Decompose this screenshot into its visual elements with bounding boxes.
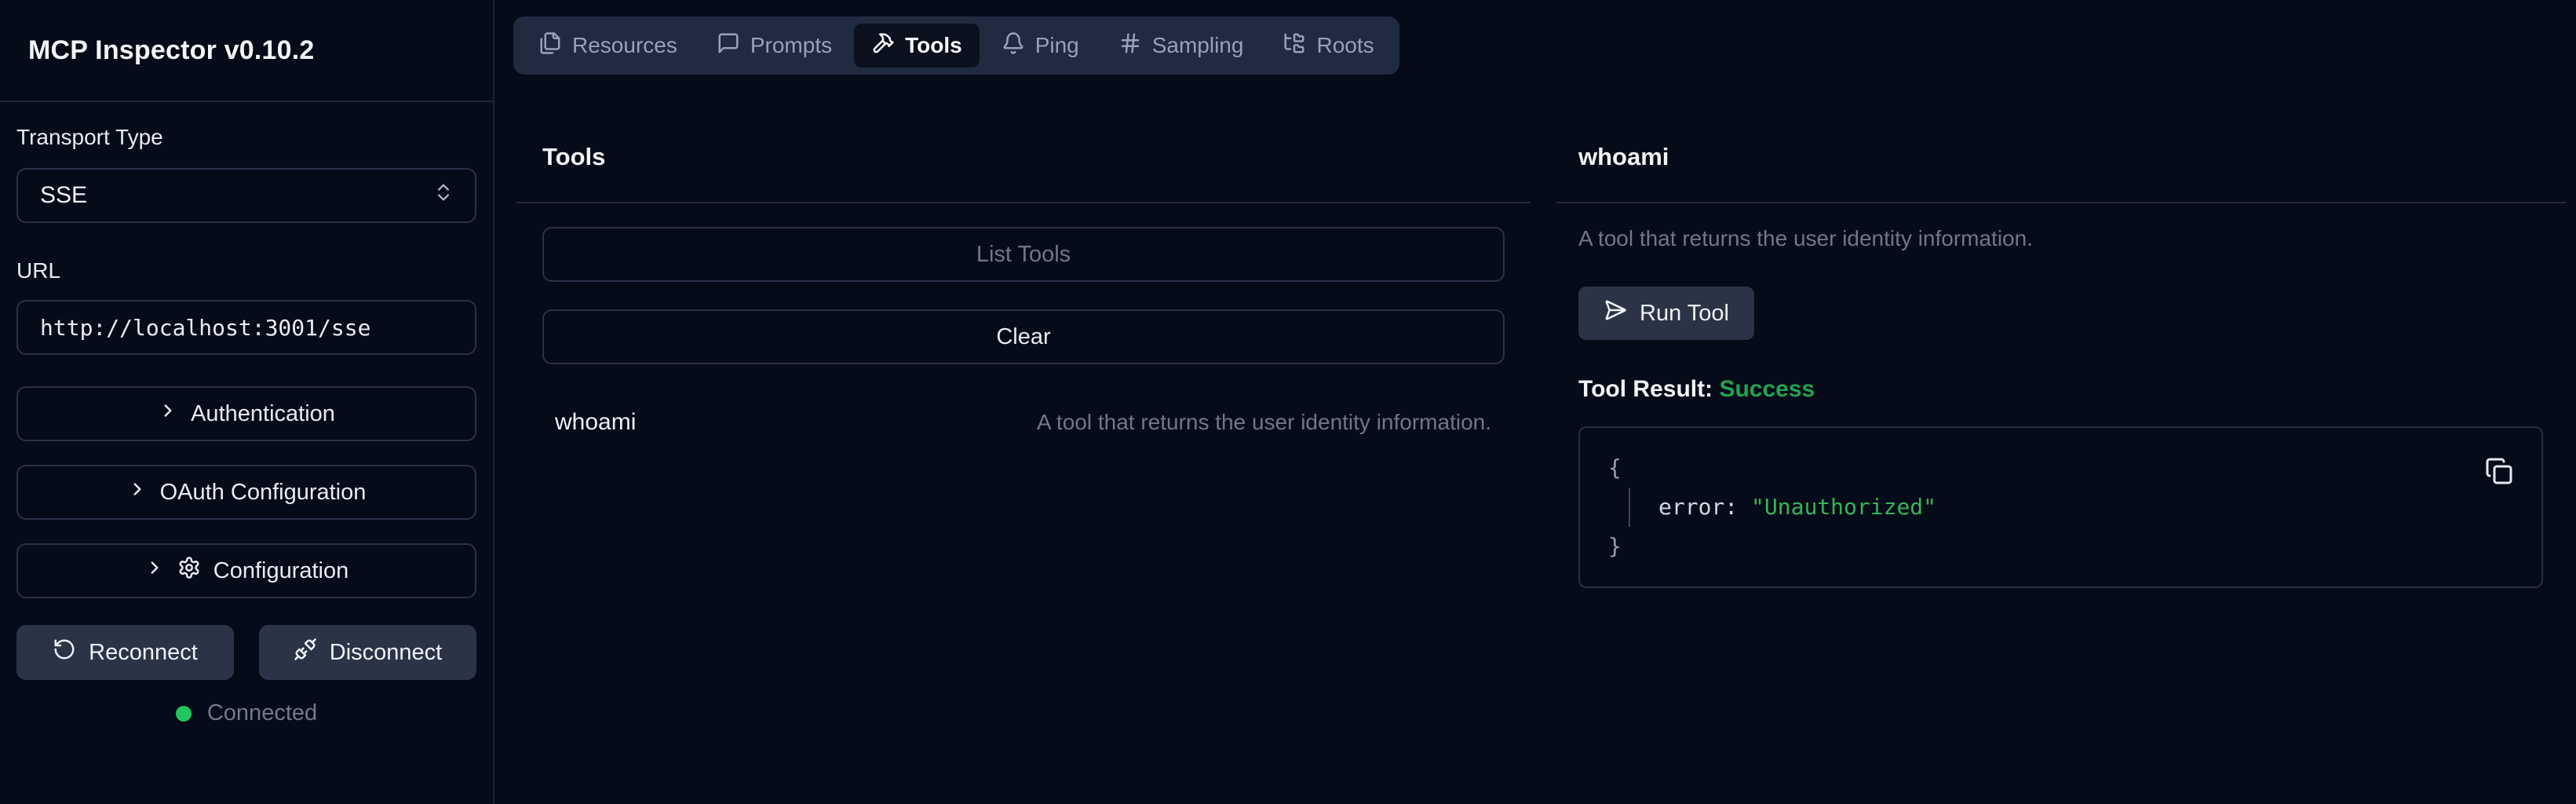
tab-tools-label: Tools — [905, 33, 962, 58]
tools-panel-heading: Tools — [542, 144, 1531, 170]
sidebar-header: MCP Inspector v0.10.2 — [0, 0, 493, 102]
json-string-value: "Unauthorized" — [1751, 494, 1936, 520]
chevron-right-icon — [127, 479, 148, 506]
clear-button[interactable]: Clear — [542, 309, 1505, 364]
tab-tools[interactable]: Tools — [854, 24, 980, 68]
tab-prompts[interactable]: Prompts — [699, 24, 849, 68]
chevrons-up-down-icon — [432, 181, 454, 210]
json-error-line: error: "Unauthorized" — [1629, 488, 2471, 527]
json-open-brace: { — [1608, 448, 2471, 488]
rotate-ccw-icon — [53, 638, 76, 667]
tab-resources-label: Resources — [572, 33, 677, 58]
app-title: MCP Inspector v0.10.2 — [28, 35, 315, 66]
connection-actions: Reconnect Disconnect — [16, 625, 476, 680]
tool-detail-divider — [1556, 202, 2567, 203]
sidebar: MCP Inspector v0.10.2 Transport Type SSE… — [0, 0, 494, 804]
tab-sampling[interactable]: Sampling — [1101, 24, 1261, 68]
tool-list-item-whoami[interactable]: whoami A tool that returns the user iden… — [555, 404, 1491, 441]
tool-name: whoami — [555, 409, 636, 436]
transport-select[interactable]: SSE — [16, 168, 476, 223]
hammer-icon — [871, 31, 895, 60]
tool-result-json-viewer: { error: "Unauthorized" } — [1578, 426, 2543, 588]
tab-prompts-label: Prompts — [750, 33, 832, 58]
sidebar-body: Transport Type SSE URL Authentication OA… — [0, 102, 493, 726]
tool-detail-heading: whoami — [1578, 144, 2567, 170]
unplug-icon — [294, 638, 317, 667]
tool-detail-panel: whoami A tool that returns the user iden… — [1556, 144, 2567, 588]
tools-panel-divider — [516, 202, 1531, 203]
chevron-right-icon — [158, 400, 178, 427]
connection-status: Connected — [16, 700, 476, 726]
bell-icon — [1002, 31, 1025, 60]
tab-resources[interactable]: Resources — [521, 24, 695, 68]
tool-result-line: Tool Result: Success — [1578, 376, 2567, 403]
configuration-button-label: Configuration — [213, 558, 349, 584]
tab-ping-label: Ping — [1035, 33, 1079, 58]
tool-result-label: Tool Result: — [1578, 376, 1713, 402]
url-input[interactable] — [16, 300, 476, 355]
run-tool-button[interactable]: Run Tool — [1578, 287, 1754, 340]
message-square-icon — [717, 31, 740, 60]
gear-icon — [177, 556, 201, 586]
copy-button[interactable] — [2483, 456, 2515, 488]
configuration-button[interactable]: Configuration — [16, 543, 476, 598]
files-icon — [538, 31, 562, 60]
tool-description: A tool that returns the user identity in… — [1037, 410, 1491, 435]
json-key: error: — [1658, 494, 1751, 520]
run-tool-button-label: Run Tool — [1640, 301, 1729, 327]
list-tools-button[interactable]: List Tools — [542, 227, 1505, 282]
status-text: Connected — [207, 700, 317, 726]
tab-roots-label: Roots — [1316, 33, 1374, 58]
main-tabbar: Resources Prompts Tools Ping Sampling Ro… — [513, 16, 1399, 75]
status-dot-icon — [176, 706, 192, 722]
tab-sampling-label: Sampling — [1152, 33, 1244, 58]
oauth-configuration-button-label: OAuth Configuration — [160, 480, 367, 506]
disconnect-button[interactable]: Disconnect — [259, 625, 476, 680]
authentication-button[interactable]: Authentication — [16, 386, 476, 441]
chevron-right-icon — [144, 557, 165, 584]
tool-result-status: Success — [1719, 376, 1815, 402]
json-close-brace: } — [1608, 527, 2471, 566]
oauth-configuration-button[interactable]: OAuth Configuration — [16, 465, 476, 520]
transport-type-label: Transport Type — [16, 124, 476, 151]
authentication-button-label: Authentication — [191, 401, 335, 427]
copy-icon — [2485, 457, 2513, 488]
reconnect-button-label: Reconnect — [89, 640, 198, 666]
hash-icon — [1118, 31, 1142, 60]
tool-detail-description: A tool that returns the user identity in… — [1578, 225, 2543, 252]
tools-panel: Tools List Tools Clear whoami A tool tha… — [516, 144, 1531, 441]
url-label: URL — [16, 258, 476, 284]
tab-roots[interactable]: Roots — [1265, 24, 1391, 68]
transport-select-value: SSE — [40, 182, 87, 209]
send-icon — [1604, 298, 1627, 328]
disconnect-button-label: Disconnect — [330, 640, 442, 666]
reconnect-button[interactable]: Reconnect — [16, 625, 234, 680]
tab-ping[interactable]: Ping — [984, 24, 1096, 68]
folder-tree-icon — [1283, 31, 1306, 60]
